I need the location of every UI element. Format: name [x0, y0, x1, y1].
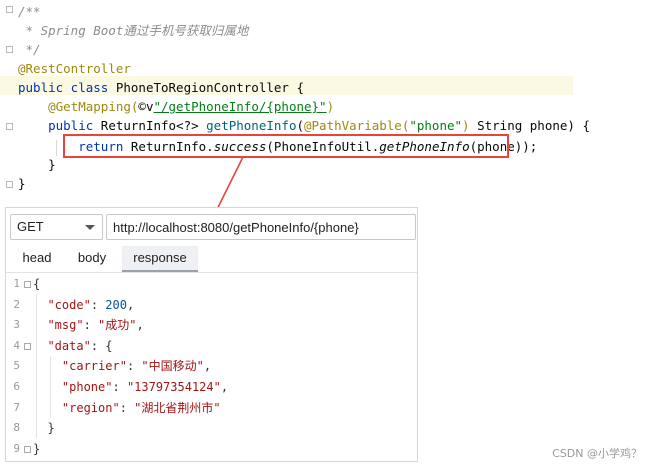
tab-response[interactable]: response — [122, 246, 198, 272]
tab-body[interactable]: body — [64, 246, 120, 272]
json-token: "13797354124" — [126, 380, 221, 394]
line-number: 2 — [13, 297, 20, 311]
chevron-down-icon — [85, 225, 95, 230]
json-token: "region" — [61, 400, 120, 415]
json-token: "中国移动" — [141, 359, 204, 374]
json-token: , — [203, 359, 212, 374]
response-line: } — [33, 439, 40, 460]
response-viewer: 1 2 3 4 5 6 7 8 9 { "code": 200, "msg": "成功", "da… — [6, 274, 417, 462]
fold-marker[interactable] — [24, 343, 31, 350]
line-number: 6 — [13, 380, 20, 393]
response-line: "msg": "成功", — [33, 315, 144, 336]
json-token: : — [90, 297, 106, 312]
line-number: 5 — [13, 359, 20, 373]
json-token: , — [136, 318, 144, 333]
json-token: "code" — [47, 297, 91, 312]
json-token: : { — [90, 338, 113, 353]
response-line: "carrier": "中国移动", — [33, 356, 211, 377]
http-method-value: GET — [17, 219, 44, 234]
json-token: "成功" — [98, 318, 137, 333]
json-token: , — [126, 297, 135, 312]
request-tabs: head body response — [6, 246, 417, 273]
json-token: : — [83, 318, 99, 333]
response-line: "phone": "13797354124", — [33, 377, 228, 398]
line-number: 3 — [13, 318, 20, 332]
url-input[interactable] — [106, 214, 416, 240]
http-client-panel: GET head body response 1 2 3 4 5 6 7 8 9 { "code"… — [5, 207, 418, 462]
line-number: 4 — [13, 338, 20, 352]
indent-guide — [50, 356, 51, 418]
json-token: 200 — [105, 297, 127, 312]
json-token: : — [112, 380, 127, 394]
line-number: 8 — [13, 421, 20, 435]
watermark: CSDN @小学鸡？ — [552, 447, 642, 460]
json-token: "湖北省荆州市" — [134, 400, 221, 415]
json-token: "phone" — [61, 380, 113, 394]
http-method-select[interactable]: GET — [10, 214, 103, 240]
line-number: 1 — [13, 277, 20, 290]
json-token: "msg" — [47, 318, 84, 333]
fold-marker[interactable] — [24, 281, 31, 288]
tab-response-label: response — [133, 250, 187, 265]
json-token: "carrier" — [61, 359, 127, 374]
tab-head-label: head — [22, 250, 52, 265]
response-line: "region": "湖北省荆州市" — [33, 398, 221, 419]
line-number: 9 — [13, 441, 20, 455]
tab-body-label: body — [77, 250, 107, 265]
json-token: { — [33, 277, 41, 291]
response-line: { — [33, 274, 40, 295]
json-token: : — [119, 400, 135, 415]
json-token: : — [126, 359, 142, 374]
fold-marker[interactable] — [24, 446, 31, 453]
json-token: } — [33, 441, 41, 456]
response-line: "code": 200, — [33, 295, 134, 316]
json-token: "data" — [47, 338, 91, 353]
tab-head[interactable]: head — [10, 246, 64, 272]
response-line: "data": { — [33, 336, 113, 357]
indent-guide — [36, 294, 37, 438]
json-token: , — [220, 380, 229, 394]
line-number: 7 — [13, 400, 20, 414]
